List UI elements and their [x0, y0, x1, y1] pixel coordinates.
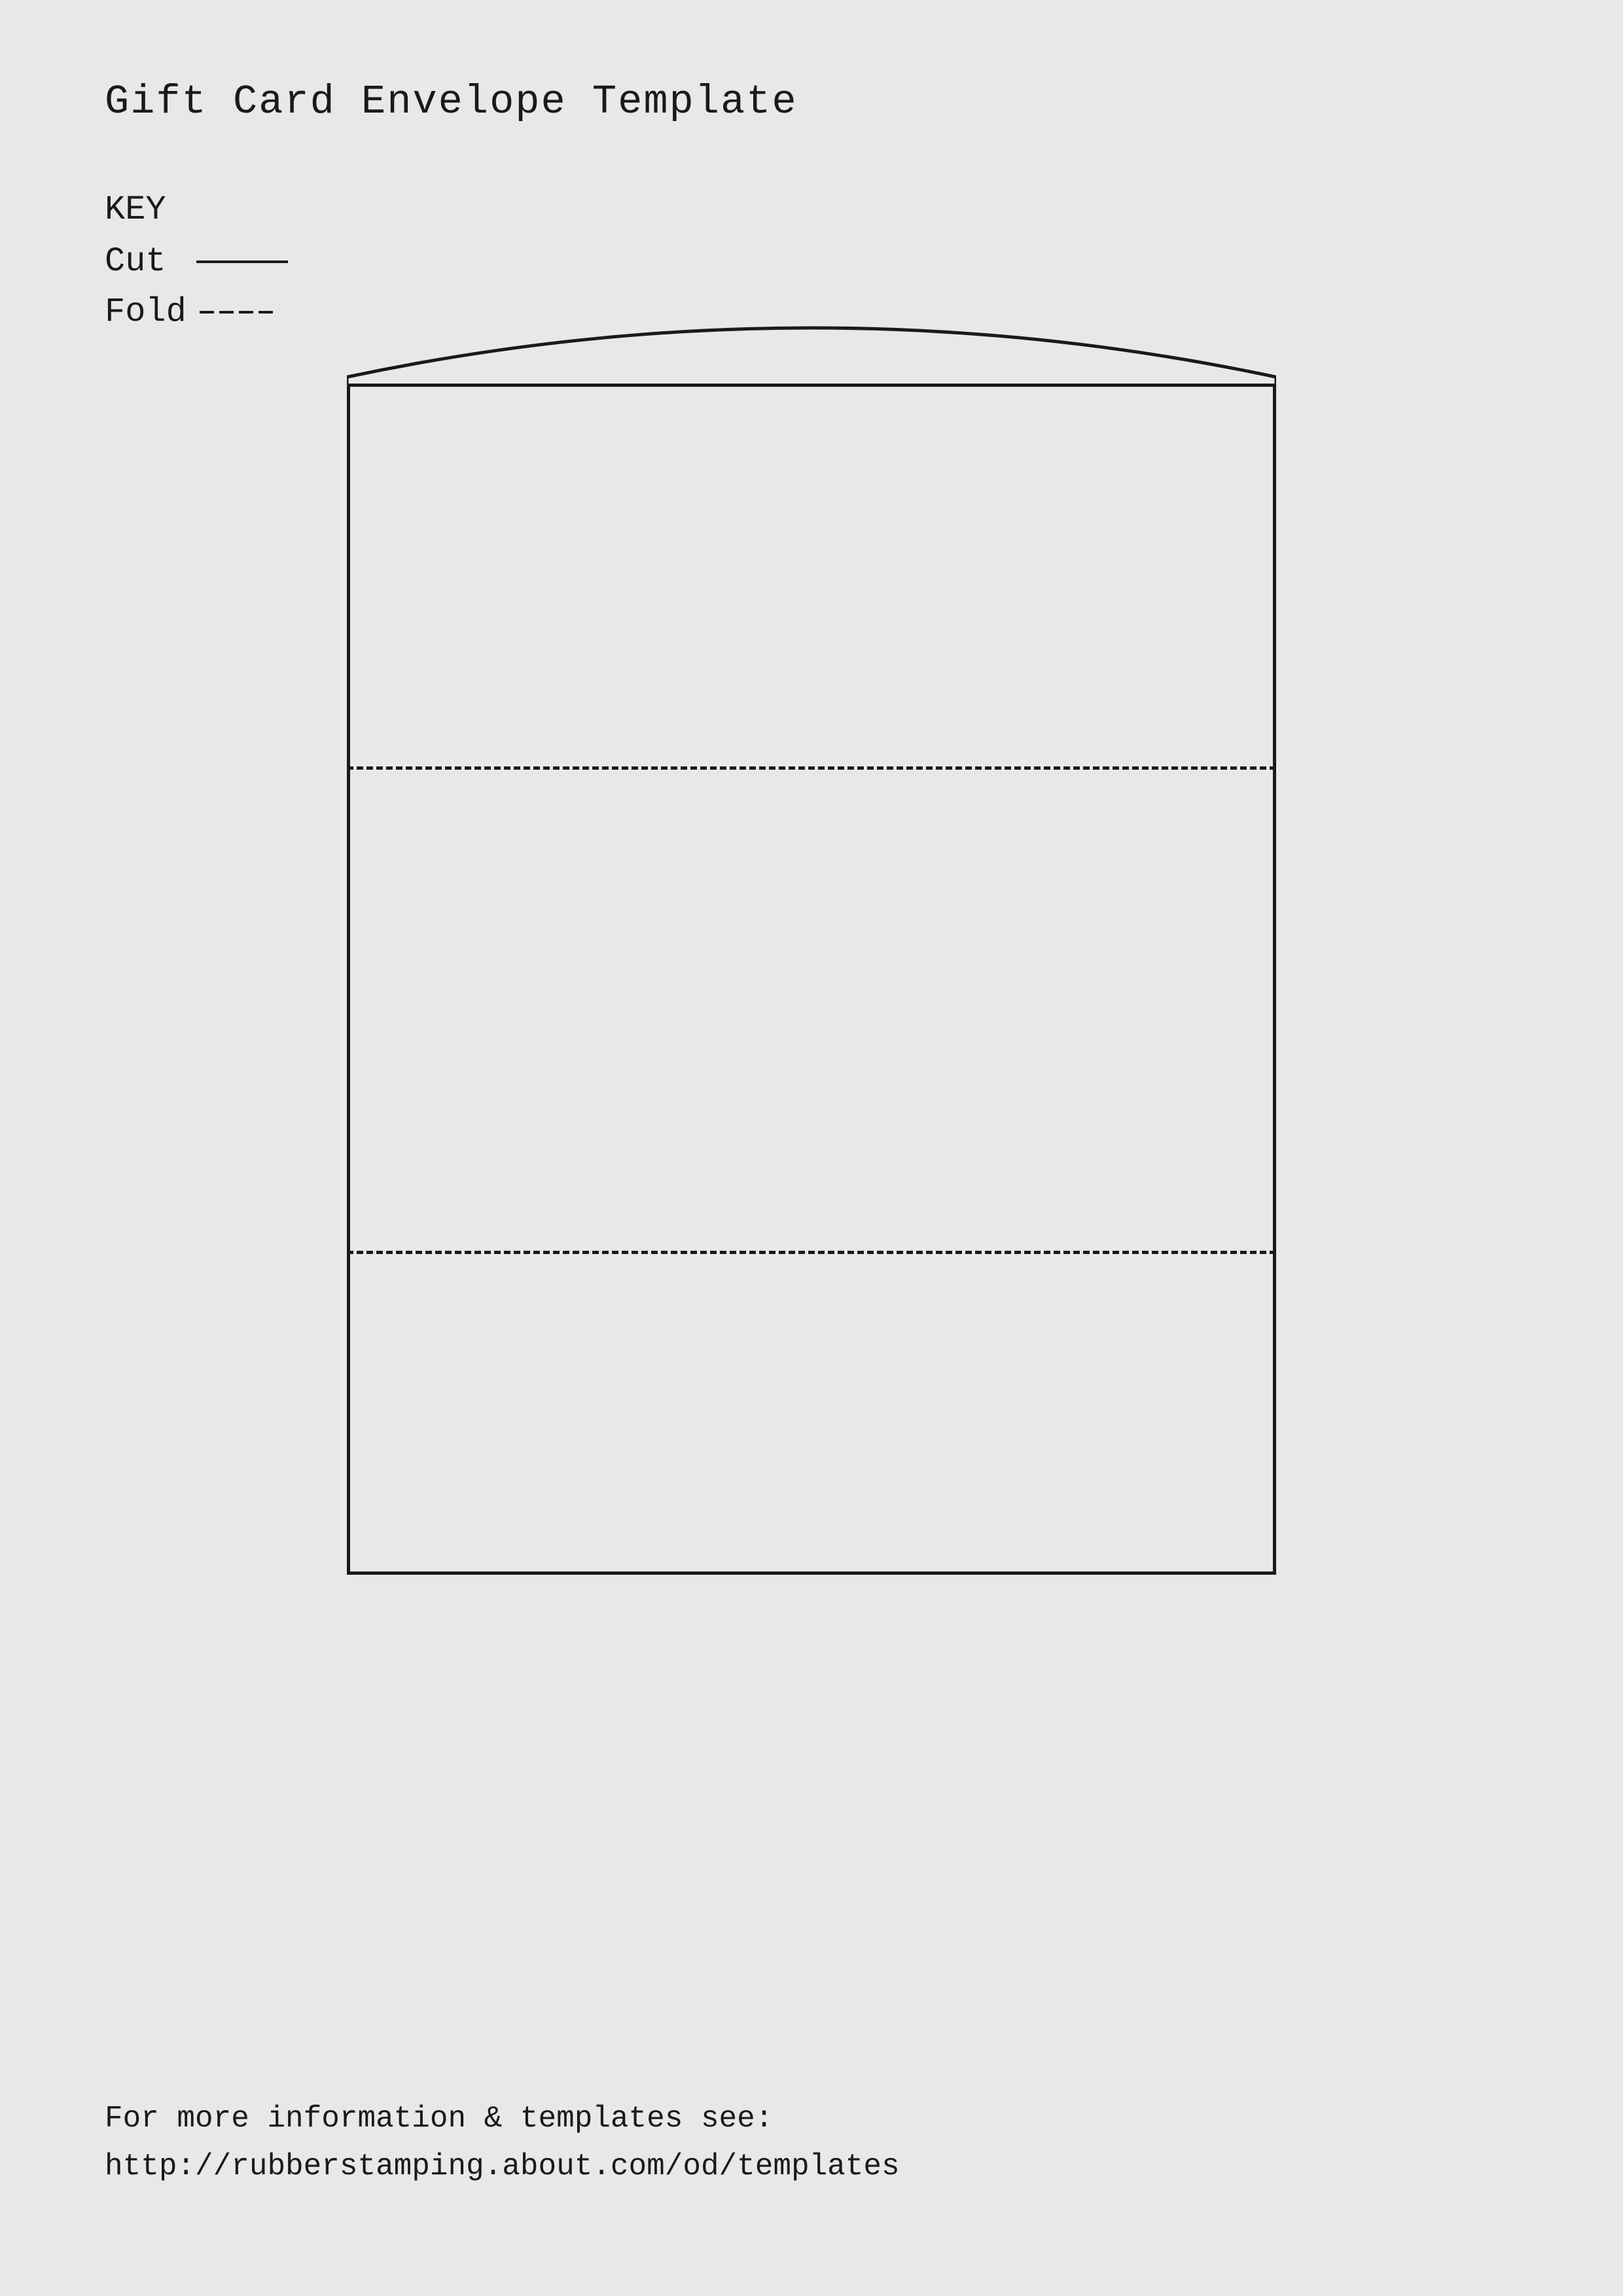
- fold-line-icon: [200, 311, 273, 314]
- page-title: Gift Card Envelope Template: [105, 79, 1518, 125]
- envelope-body: [347, 384, 1276, 1575]
- cut-label: Cut: [105, 242, 183, 281]
- fold-label: Fold: [105, 293, 187, 331]
- cut-key-item: Cut: [105, 242, 1518, 281]
- fold-line-bottom: [347, 1251, 1276, 1254]
- envelope-wrapper: [347, 384, 1276, 1575]
- cut-line-icon: [196, 260, 288, 263]
- page: Gift Card Envelope Template KEY Cut Fold: [0, 0, 1623, 2296]
- envelope-container: [105, 384, 1518, 1575]
- footer-line1: For more information & templates see:: [105, 2095, 900, 2144]
- footer-line2: http://rubberstamping.about.com/od/templ…: [105, 2143, 900, 2191]
- fold-line-top: [347, 766, 1276, 770]
- footer: For more information & templates see: ht…: [105, 2095, 900, 2191]
- key-label: KEY: [105, 190, 1518, 229]
